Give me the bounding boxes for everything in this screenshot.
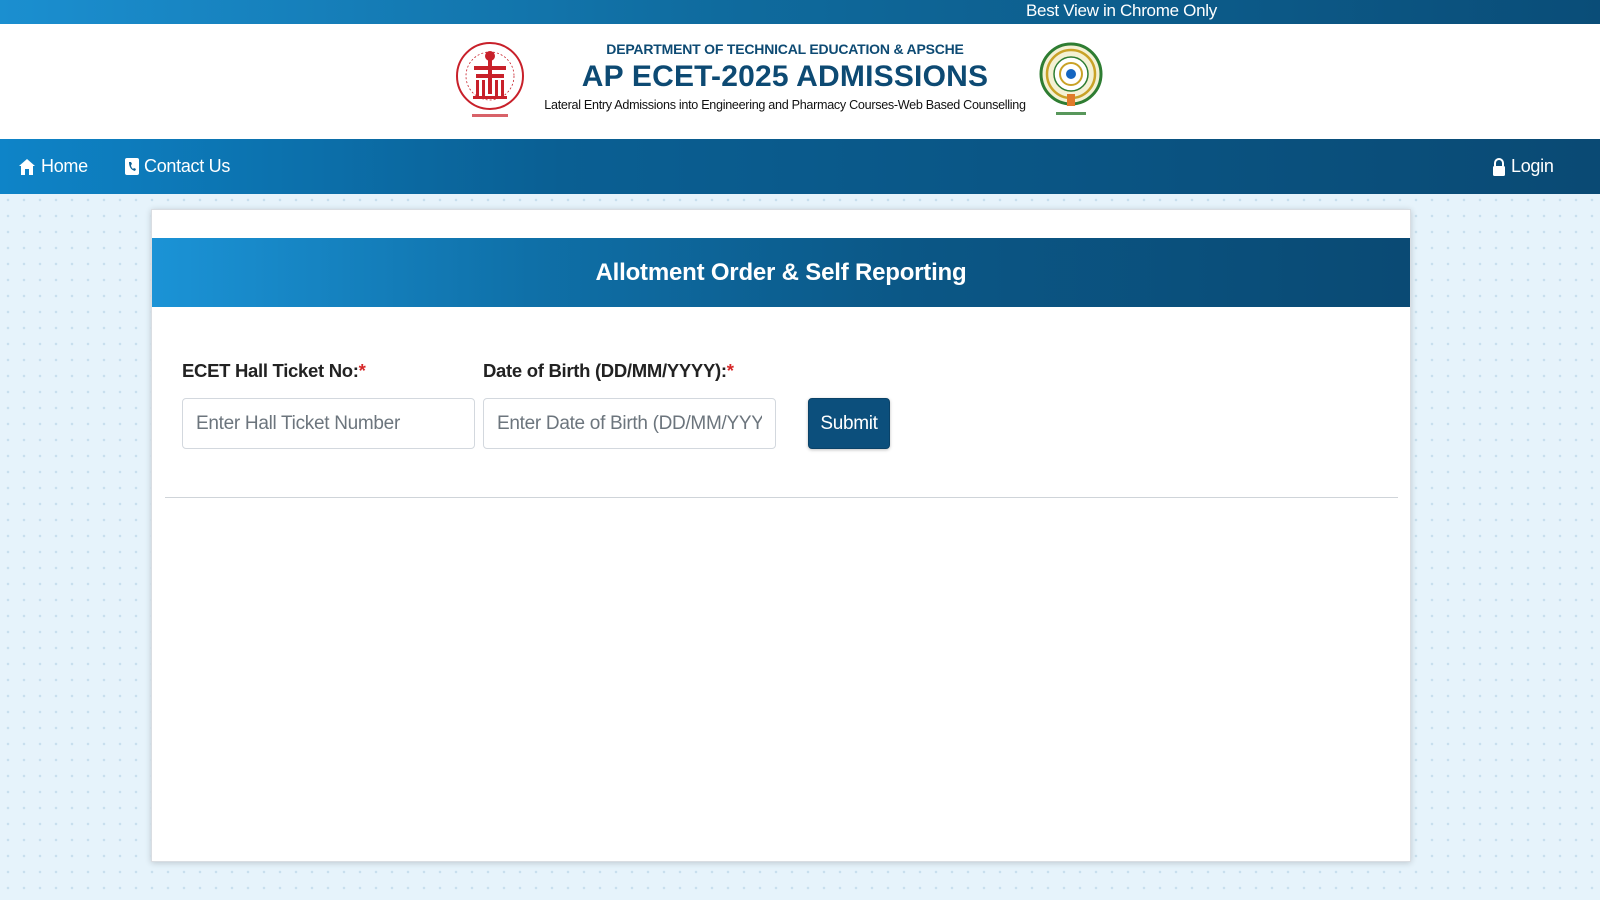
main-nav: Home Contact Us Login [0, 139, 1600, 194]
hall-ticket-label: ECET Hall Ticket No:* [182, 360, 366, 382]
nav-contact-link[interactable]: Contact Us [125, 139, 230, 194]
ticker-text: Best View in Chrome Only [1026, 1, 1217, 20]
phone-icon [125, 158, 139, 175]
dob-label: Date of Birth (DD/MM/YYYY):* [483, 360, 734, 382]
site-title: AP ECET-2025 ADMISSIONS [581, 60, 989, 93]
dob-label-text: Date of Birth (DD/MM/YYYY): [483, 360, 727, 381]
dob-input[interactable] [483, 398, 776, 449]
form-divider [165, 497, 1398, 498]
nav-contact-label: Contact Us [144, 156, 231, 176]
nav-home-label: Home [41, 156, 88, 176]
ap-state-emblem-logo [1039, 42, 1103, 115]
card-title: Allotment Order & Self Reporting [595, 258, 967, 286]
apsche-emblem-logo [456, 42, 524, 117]
hall-ticket-label-text: ECET Hall Ticket No: [182, 360, 359, 381]
required-marker: * [726, 360, 734, 381]
department-name: DEPARTMENT OF TECHNICAL EDUCATION & APSC… [606, 41, 964, 57]
submit-button[interactable]: Submit [808, 398, 890, 449]
nav-login-link[interactable]: Login [1492, 139, 1554, 194]
allotment-form-card: Allotment Order & Self Reporting ECET Ha… [151, 209, 1411, 862]
top-ticker-bar: Best View in Chrome Only [0, 0, 1600, 24]
nav-login-label: Login [1511, 156, 1554, 176]
site-subtitle: Lateral Entry Admissions into Engineerin… [544, 98, 1026, 112]
hall-ticket-input[interactable] [182, 398, 475, 449]
header-text-block: DEPARTMENT OF TECHNICAL EDUCATION & APSC… [540, 38, 1030, 115]
lock-icon [1493, 157, 1505, 176]
site-header: DEPARTMENT OF TECHNICAL EDUCATION & APSC… [0, 24, 1600, 139]
home-icon [19, 158, 35, 175]
required-marker: * [358, 360, 366, 381]
nav-home-link[interactable]: Home [18, 139, 88, 194]
card-header: Allotment Order & Self Reporting [152, 238, 1410, 307]
